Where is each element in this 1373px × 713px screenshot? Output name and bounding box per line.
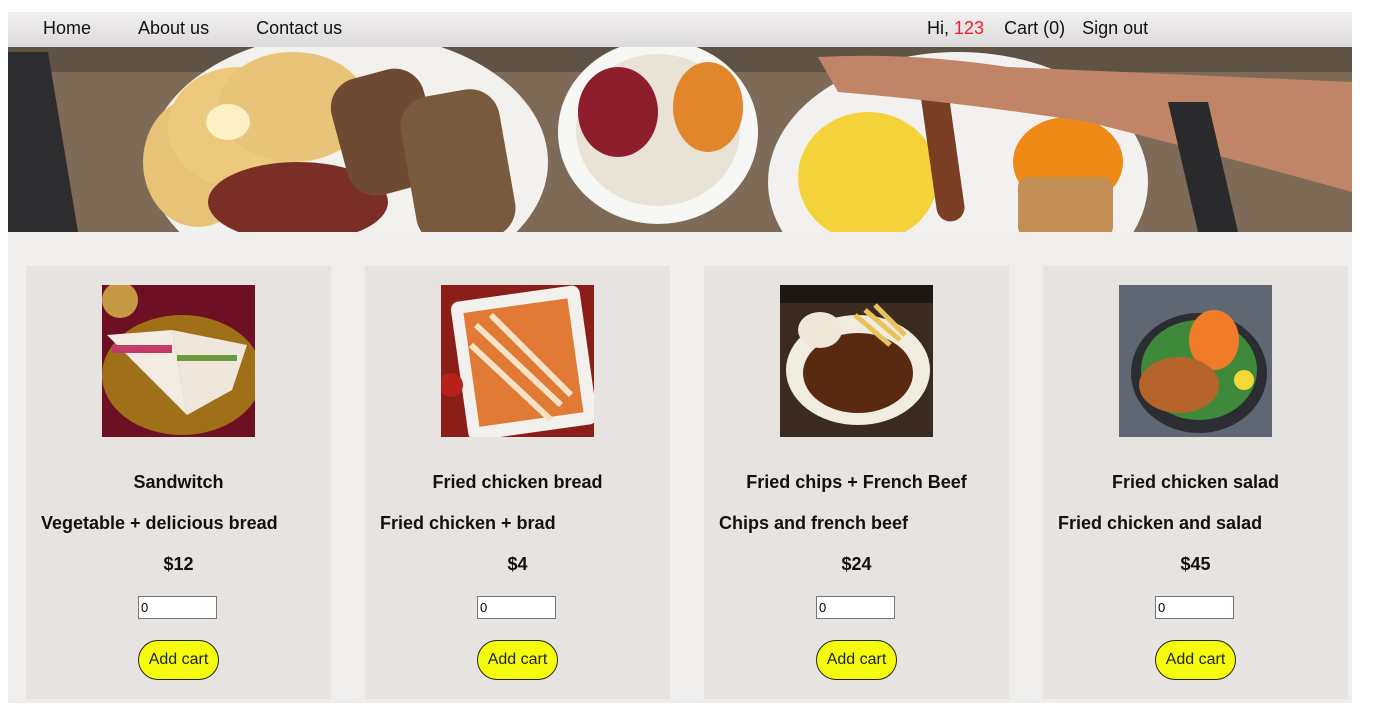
product-price: $4 <box>507 554 528 574</box>
nav-contact-link[interactable]: Contact us <box>256 18 342 38</box>
quantity-input[interactable] <box>816 596 895 619</box>
quantity-input[interactable] <box>1155 596 1234 619</box>
product-card: Fried chicken salad Fried chicken and sa… <box>1043 266 1348 699</box>
product-card: Fried chicken bread Fried chicken + brad… <box>365 266 670 699</box>
user-greeting: Hi, 123 <box>927 18 984 38</box>
product-price: $45 <box>1180 554 1211 574</box>
quantity-input[interactable] <box>477 596 556 619</box>
greeting-label: Hi, <box>927 18 949 38</box>
product-grid: Sandwitch Vegetable + delicious bread $1… <box>26 266 1352 703</box>
product-name: Fried chips + French Beef <box>746 472 967 492</box>
product-description: Fried chicken and salad <box>1058 513 1263 533</box>
product-name: Sandwitch <box>133 472 224 492</box>
product-description: Vegetable + delicious bread <box>41 513 278 533</box>
product-card: Sandwitch Vegetable + delicious bread $1… <box>26 266 331 699</box>
quantity-input[interactable] <box>138 596 217 619</box>
page-frame: Home About us Contact us Hi, 123 Cart (0… <box>8 12 1352 703</box>
user-menu: Hi, 123 Cart (0) Sign out <box>927 18 1148 38</box>
product-description: Fried chicken + brad <box>380 513 556 533</box>
product-card: Fried chips + French Beef Chips and fren… <box>704 266 1009 699</box>
product-image[interactable] <box>780 285 933 437</box>
nav-home-link[interactable]: Home <box>43 18 91 38</box>
username: 123 <box>954 18 985 38</box>
add-cart-button[interactable]: Add cart <box>477 640 558 680</box>
product-price: $12 <box>163 554 194 574</box>
product-image[interactable] <box>102 285 255 437</box>
product-price: $24 <box>841 554 872 574</box>
cart-link[interactable]: Cart (0) <box>1004 18 1065 38</box>
product-name: Fried chicken bread <box>432 472 603 492</box>
product-description: Chips and french beef <box>719 513 909 533</box>
top-navbar: Home About us Contact us Hi, 123 Cart (0… <box>8 12 1352 47</box>
add-cart-button[interactable]: Add cart <box>138 640 219 680</box>
product-name: Fried chicken salad <box>1111 472 1280 492</box>
product-image[interactable] <box>1119 285 1272 437</box>
nav-about-link[interactable]: About us <box>138 18 209 38</box>
nav-links: Home About us Contact us <box>43 18 389 38</box>
add-cart-button[interactable]: Add cart <box>816 640 897 680</box>
signout-link[interactable]: Sign out <box>1082 18 1148 38</box>
product-image[interactable] <box>441 285 594 437</box>
add-cart-button[interactable]: Add cart <box>1155 640 1236 680</box>
